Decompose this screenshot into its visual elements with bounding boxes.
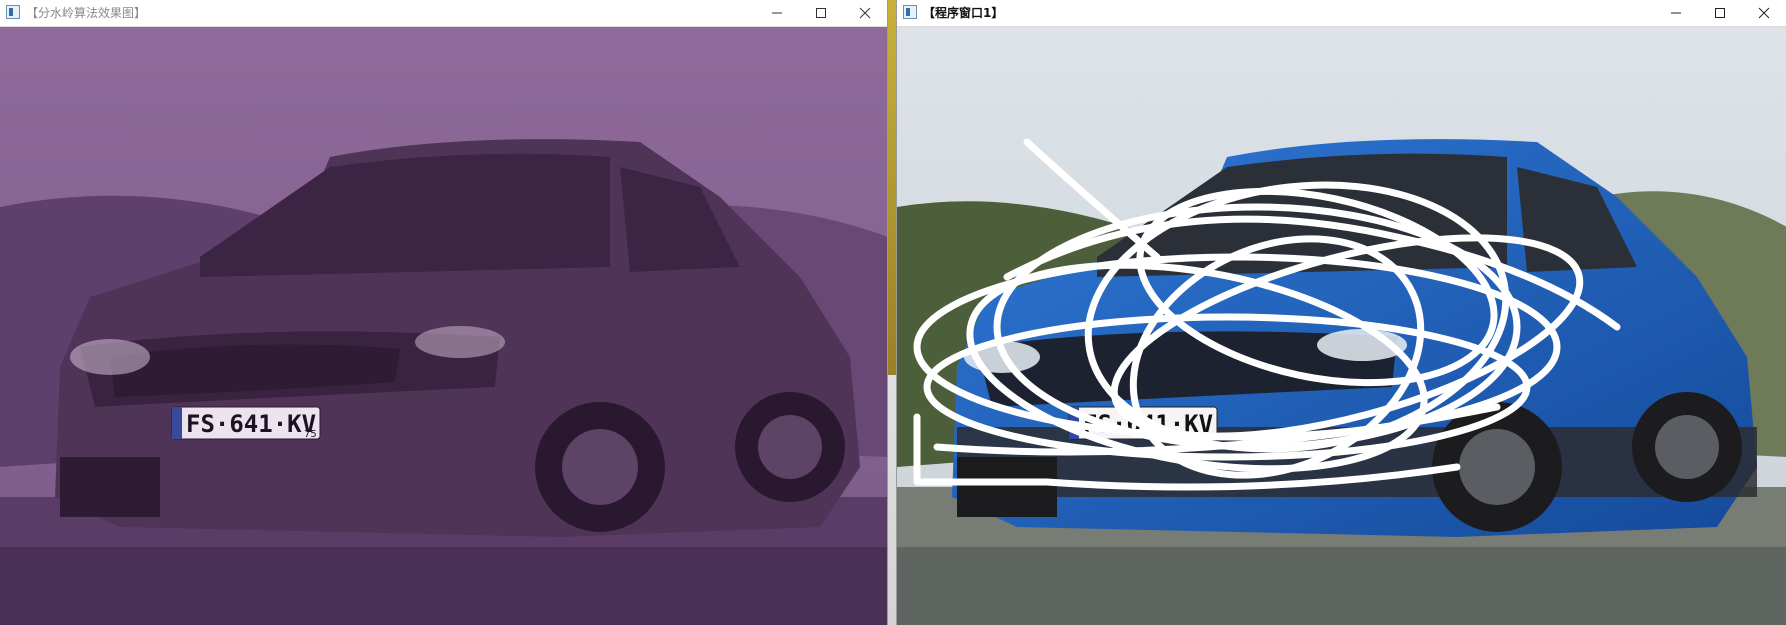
minimize-button[interactable] <box>755 0 799 26</box>
drawing-canvas[interactable]: FS·641·KV <box>897 27 1786 625</box>
close-button[interactable] <box>1742 0 1786 26</box>
app-window-icon <box>6 5 20 19</box>
close-button[interactable] <box>843 0 887 26</box>
minimize-button[interactable] <box>1654 0 1698 26</box>
program-window-1[interactable]: 【程序窗口1】 FS·641·KV <box>896 0 1786 625</box>
close-icon <box>1758 7 1770 19</box>
close-icon <box>859 7 871 19</box>
window-title: 【程序窗口1】 <box>923 6 1004 20</box>
minimize-icon <box>1671 12 1681 14</box>
svg-text:FS·641·KV: FS·641·KV <box>186 410 316 438</box>
window-title: 【分水岭算法效果图】 <box>26 6 147 20</box>
license-plate: FS·641·KV 75 <box>171 406 321 440</box>
title-bar[interactable]: 【程序窗口1】 <box>897 0 1786 27</box>
watershed-image: FS·641·KV 75 <box>0 27 887 625</box>
maximize-icon <box>816 8 826 18</box>
watershed-result-window[interactable]: 【分水岭算法效果图】 FS·641·KV 75 <box>0 0 888 625</box>
maximize-button[interactable] <box>1698 0 1742 26</box>
maximize-button[interactable] <box>799 0 843 26</box>
app-window-icon <box>903 5 917 19</box>
minimize-icon <box>772 12 782 14</box>
title-bar[interactable]: 【分水岭算法效果图】 <box>0 0 887 27</box>
maximize-icon <box>1715 8 1725 18</box>
svg-text:75: 75 <box>304 429 317 440</box>
